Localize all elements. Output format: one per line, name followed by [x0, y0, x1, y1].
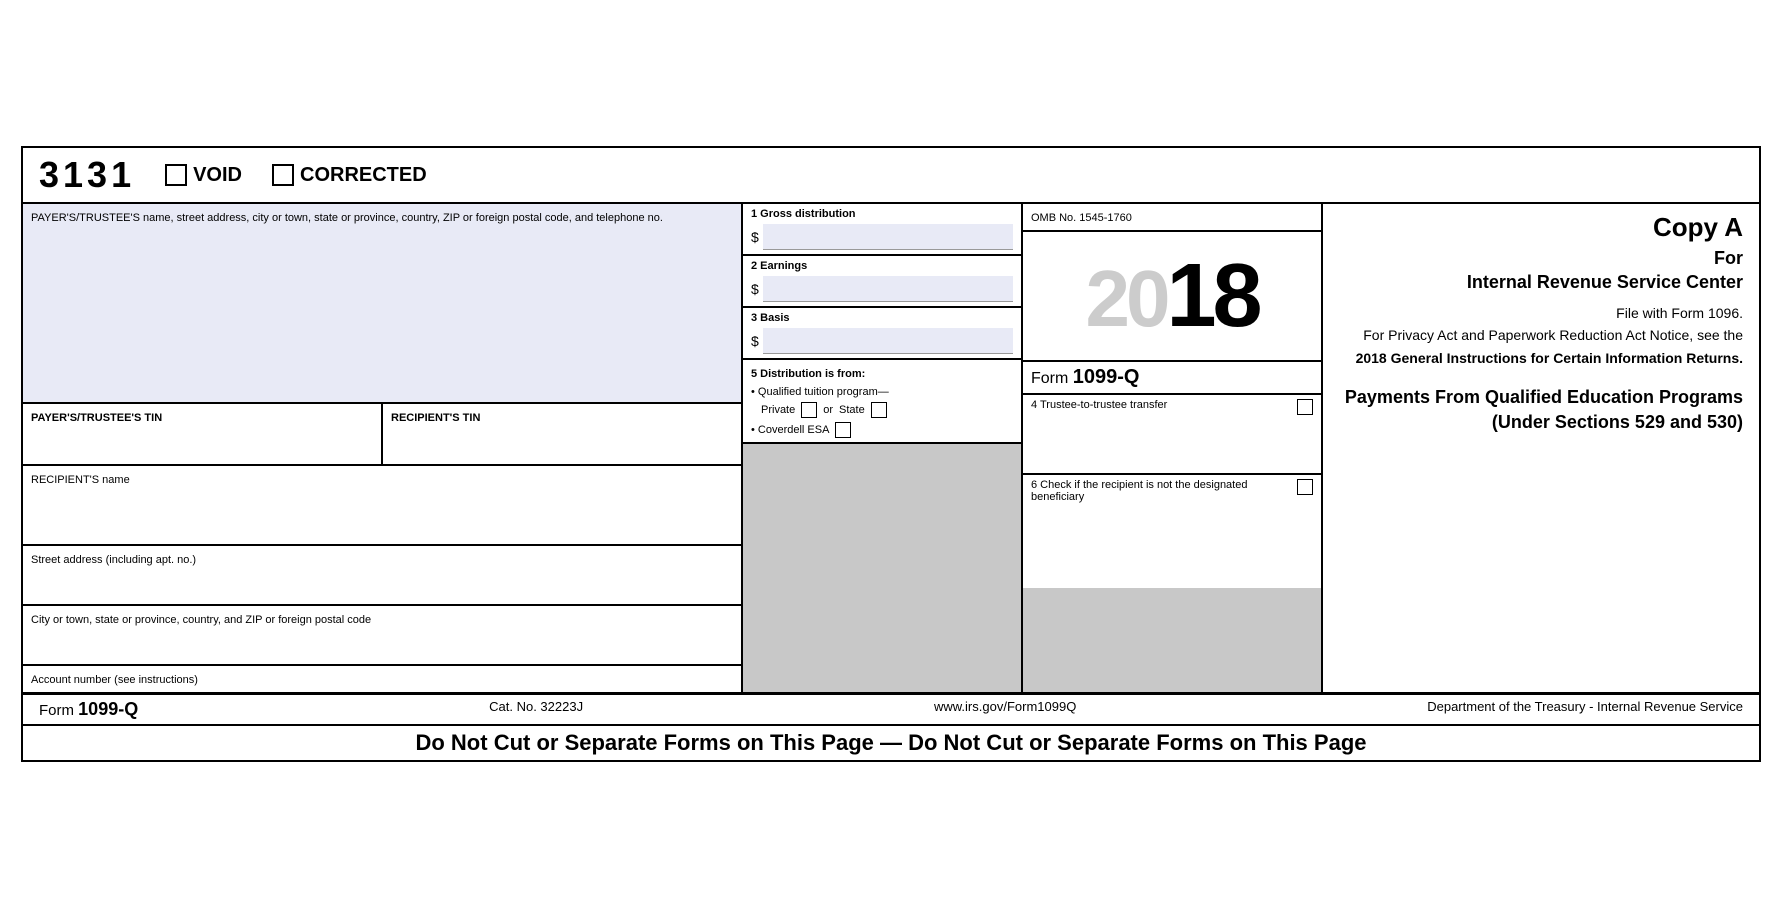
- copy-a-file: File with Form 1096.: [1339, 302, 1743, 324]
- field6-checkbox[interactable]: [1297, 479, 1313, 495]
- field5-private-checkbox[interactable]: [801, 402, 817, 418]
- void-label[interactable]: VOID: [165, 164, 242, 187]
- tin-row: PAYER'S/TRUSTEE'S TIN RECIPIENT'S TIN: [23, 404, 741, 466]
- dollar2: $: [751, 281, 759, 297]
- form-number: 3131: [39, 154, 135, 196]
- field3-label: 3 Basis: [751, 312, 1013, 324]
- form-name-prefix: Form: [1031, 370, 1073, 387]
- corrected-checkbox[interactable]: [272, 164, 294, 186]
- footer: Form 1099-Q Cat. No. 32223J www.irs.gov/…: [23, 693, 1759, 760]
- void-corrected-area: VOID CORRECTED: [165, 164, 427, 187]
- trustee-field: 4 Trustee-to-trustee transfer: [1023, 395, 1321, 475]
- recipient-name-label: RECIPIENT'S name: [31, 474, 130, 486]
- field2-label: 2 Earnings: [751, 260, 1013, 272]
- recipient-tin-label: RECIPIENT'S TIN: [391, 412, 480, 424]
- form-wrapper: 3131 VOID CORRECTED PAYER'S/TRUSTEE'S na…: [21, 146, 1761, 762]
- footer-cut-warning: Do Not Cut or Separate Forms on This Pag…: [23, 726, 1759, 760]
- field6-label: 6 Check if the recipient is not the desi…: [1031, 479, 1289, 503]
- field5-state: State: [839, 404, 865, 416]
- field1-gross: 1 Gross distribution $: [743, 204, 1021, 256]
- field5-coverdell-checkbox[interactable]: [835, 422, 851, 438]
- field5-state-checkbox[interactable]: [871, 402, 887, 418]
- field3-input[interactable]: [763, 328, 1013, 354]
- copy-a-section: Copy A For Internal Revenue Service Cent…: [1323, 204, 1759, 692]
- right-middle-column: OMB No. 1545-1760 2018 Form 1099-Q 4 Tru…: [1023, 204, 1323, 692]
- copy-a-for: For: [1339, 247, 1743, 270]
- street-field: Street address (including apt. no.): [23, 546, 741, 606]
- payments-from: Payments From Qualified Education Progra…: [1339, 385, 1743, 435]
- form-name-field: Form 1099-Q: [1023, 362, 1321, 395]
- form-name: 1099-Q: [1073, 366, 1140, 388]
- copy-a-irs: Internal Revenue Service Center: [1339, 271, 1743, 294]
- footer-form-name: Form 1099-Q: [39, 699, 138, 720]
- footer-website: www.irs.gov/Form1099Q: [934, 699, 1076, 720]
- dollar1: $: [751, 229, 759, 245]
- street-label: Street address (including apt. no.): [31, 554, 196, 566]
- payer-tin-field: PAYER'S/TRUSTEE'S TIN: [23, 404, 383, 464]
- header-row: 3131 VOID CORRECTED: [23, 148, 1759, 204]
- dollar3: $: [751, 333, 759, 349]
- year-display: 2018: [1085, 251, 1258, 341]
- account-field: Account number (see instructions): [23, 666, 741, 692]
- corrected-label[interactable]: CORRECTED: [272, 164, 427, 187]
- copy-a-body: File with Form 1096. For Privacy Act and…: [1339, 302, 1743, 369]
- footer-top: Form 1099-Q Cat. No. 32223J www.irs.gov/…: [23, 695, 1759, 726]
- payer-name-field: PAYER'S/TRUSTEE'S name, street address, …: [23, 204, 741, 404]
- rm-shaded-area: [1023, 588, 1321, 693]
- field5-bullet1: • Qualified tuition program—: [751, 386, 889, 398]
- copy-a-privacy: For Privacy Act and Paperwork Reduction …: [1339, 324, 1743, 346]
- recipient-name-field: RECIPIENT'S name: [23, 466, 741, 546]
- field4-checkbox[interactable]: [1297, 399, 1313, 415]
- field3-basis: 3 Basis $: [743, 308, 1021, 360]
- field5-distribution: 5 Distribution is from: • Qualified tuit…: [743, 360, 1021, 444]
- field2-input[interactable]: [763, 276, 1013, 302]
- footer-dept: Department of the Treasury - Internal Re…: [1427, 699, 1743, 720]
- year-field: 2018: [1023, 232, 1321, 362]
- omb-label: OMB No. 1545-1760: [1031, 212, 1132, 224]
- copy-a-general: 2018 General Instructions for Certain In…: [1339, 347, 1743, 369]
- city-label: City or town, state or province, country…: [31, 614, 371, 626]
- recipient-tin-field: RECIPIENT'S TIN: [383, 404, 741, 464]
- city-field: City or town, state or province, country…: [23, 606, 741, 666]
- copy-a-title: Copy A: [1339, 212, 1743, 243]
- field2-earnings: 2 Earnings $: [743, 256, 1021, 308]
- field5-private: Private: [761, 404, 795, 416]
- field4-label: 4 Trustee-to-trustee transfer: [1031, 399, 1289, 411]
- field5-or: or: [823, 404, 833, 416]
- left-column: PAYER'S/TRUSTEE'S name, street address, …: [23, 204, 743, 692]
- field1-label: 1 Gross distribution: [751, 208, 1013, 220]
- payer-tin-label: PAYER'S/TRUSTEE'S TIN: [31, 412, 162, 424]
- form-body: PAYER'S/TRUSTEE'S name, street address, …: [23, 204, 1759, 693]
- footer-cat: Cat. No. 32223J: [489, 699, 583, 720]
- omb-field: OMB No. 1545-1760: [1023, 204, 1321, 232]
- payer-field-label: PAYER'S/TRUSTEE'S name, street address, …: [31, 212, 663, 224]
- field5-bullet2: • Coverdell ESA: [751, 424, 829, 436]
- void-checkbox[interactable]: [165, 164, 187, 186]
- field1-input[interactable]: [763, 224, 1013, 250]
- shaded-area: [743, 444, 1021, 692]
- account-label: Account number (see instructions): [31, 674, 198, 686]
- field5-label: 5 Distribution is from:: [751, 368, 865, 380]
- check-beneficiary-field: 6 Check if the recipient is not the desi…: [1023, 475, 1321, 588]
- middle-column: 1 Gross distribution $ 2 Earnings $: [743, 204, 1023, 692]
